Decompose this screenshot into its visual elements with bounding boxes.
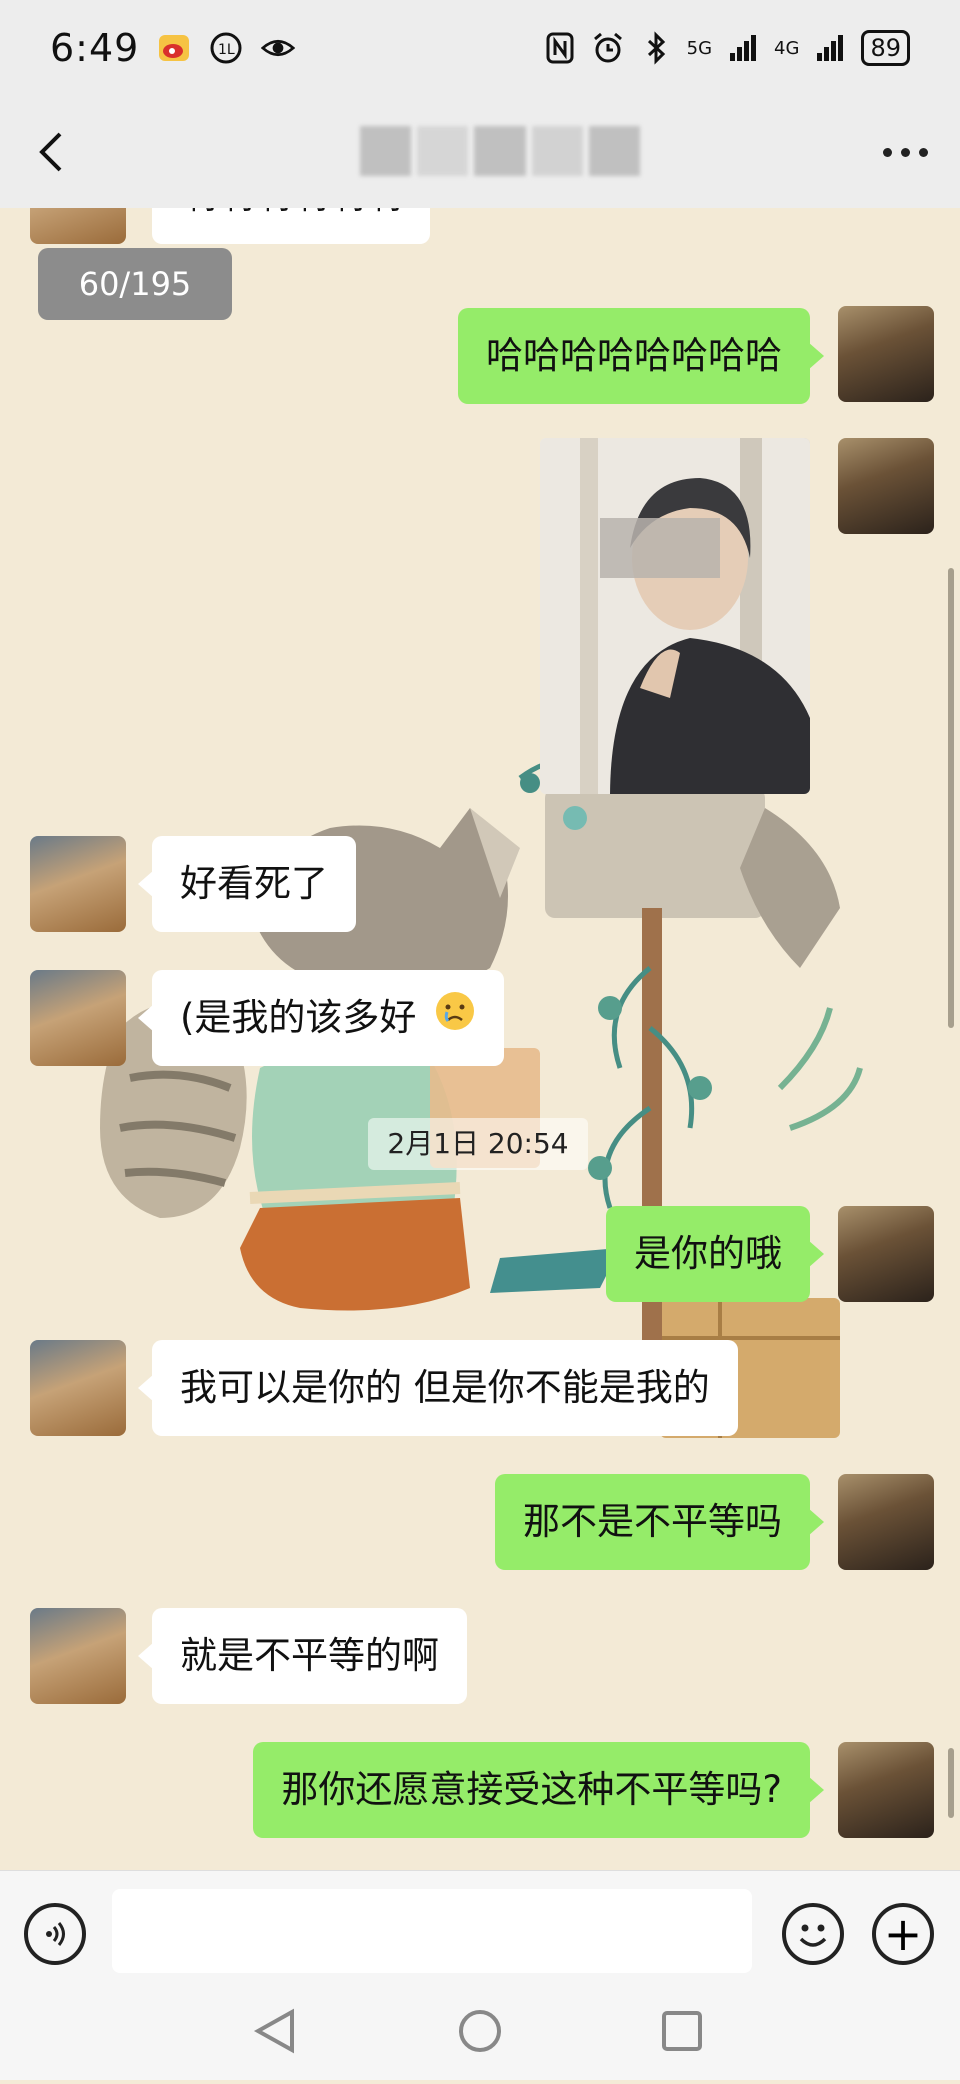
signal-bars-2-icon	[813, 31, 847, 65]
signal-5g-label: 5G	[686, 37, 713, 59]
alarm-icon	[591, 31, 625, 65]
my-avatar[interactable]	[838, 1206, 934, 1302]
contact-avatar[interactable]	[30, 1608, 126, 1704]
bluetooth-icon	[639, 31, 673, 65]
nfc-icon	[543, 31, 577, 65]
notification-app-icon: 1L	[209, 31, 243, 65]
received-message-text: (是我的该多好	[180, 996, 417, 1039]
more-options-button[interactable]	[870, 124, 940, 180]
battery-level: 89	[861, 30, 910, 66]
status-bar-right: 5G 4G 89	[543, 30, 910, 66]
emoji-icon	[799, 1924, 827, 1947]
chat-scrollbar-bottom[interactable]	[948, 1748, 954, 1818]
weibo-icon	[157, 31, 191, 65]
received-message[interactable]: 就是不平等的啊	[138, 1608, 467, 1704]
chat-header	[0, 96, 960, 209]
contact-avatar[interactable]	[30, 1340, 126, 1436]
system-navigation-bar	[0, 1982, 960, 2080]
message-timestamp: 2月1日 20:54	[368, 1118, 588, 1170]
unread-counter[interactable]: 60/195	[38, 248, 232, 320]
received-message[interactable]: 啊啊啊啊啊啊	[138, 208, 430, 244]
message-input-bar: +	[0, 1870, 960, 1983]
chat-messages-area[interactable]: 啊啊啊啊啊啊 60/195 哈哈哈哈哈哈哈哈 好看死了 (是我的该多好 2月1日…	[0, 208, 960, 1870]
my-avatar[interactable]	[838, 306, 934, 402]
blurred-contact-name	[360, 126, 641, 176]
signal-4g-label: 4G	[774, 37, 800, 59]
emoji-button[interactable]	[782, 1903, 844, 1965]
received-message[interactable]: 我可以是你的 但是你不能是我的	[138, 1340, 738, 1436]
more-actions-button[interactable]: +	[872, 1903, 934, 1965]
chat-scrollbar[interactable]	[948, 568, 954, 1028]
contact-avatar[interactable]	[30, 836, 126, 932]
my-avatar[interactable]	[838, 1474, 934, 1570]
sent-message[interactable]: 哈哈哈哈哈哈哈哈	[458, 308, 824, 404]
contact-avatar[interactable]	[30, 208, 126, 244]
status-bar: 6:49 1L 5G 4G 89	[0, 0, 960, 96]
received-message[interactable]: (是我的该多好	[137, 970, 505, 1068]
status-bar-left: 6:49 1L	[50, 26, 296, 70]
plus-icon: +	[883, 1907, 923, 1961]
chevron-left-icon	[39, 132, 62, 172]
status-time: 6:49	[50, 26, 140, 70]
voice-icon	[46, 1922, 65, 1946]
my-avatar[interactable]	[838, 1742, 934, 1838]
more-horizontal-icon	[882, 147, 892, 157]
eye-icon	[261, 31, 296, 65]
sent-photo[interactable]	[540, 438, 810, 794]
person-photo-image	[540, 438, 810, 794]
crying-face-emoji-icon	[434, 972, 476, 1068]
contact-avatar[interactable]	[30, 970, 126, 1066]
signal-bars-icon	[726, 31, 760, 65]
nav-back-icon[interactable]	[253, 2008, 294, 2054]
nav-home-icon[interactable]	[459, 2010, 501, 2052]
voice-input-button[interactable]	[24, 1903, 86, 1965]
svg-text:1L: 1L	[218, 42, 235, 58]
message-text-input[interactable]	[112, 1889, 752, 1973]
back-button[interactable]	[26, 124, 82, 180]
received-message[interactable]: 好看死了	[138, 836, 356, 932]
sent-message[interactable]: 是你的哦	[606, 1206, 824, 1302]
sent-message[interactable]: 那你还愿意接受这种不平等吗?	[253, 1742, 824, 1838]
sent-message[interactable]: 那不是不平等吗	[495, 1474, 824, 1570]
my-avatar[interactable]	[838, 438, 934, 534]
nav-recents-icon[interactable]	[662, 2011, 702, 2051]
